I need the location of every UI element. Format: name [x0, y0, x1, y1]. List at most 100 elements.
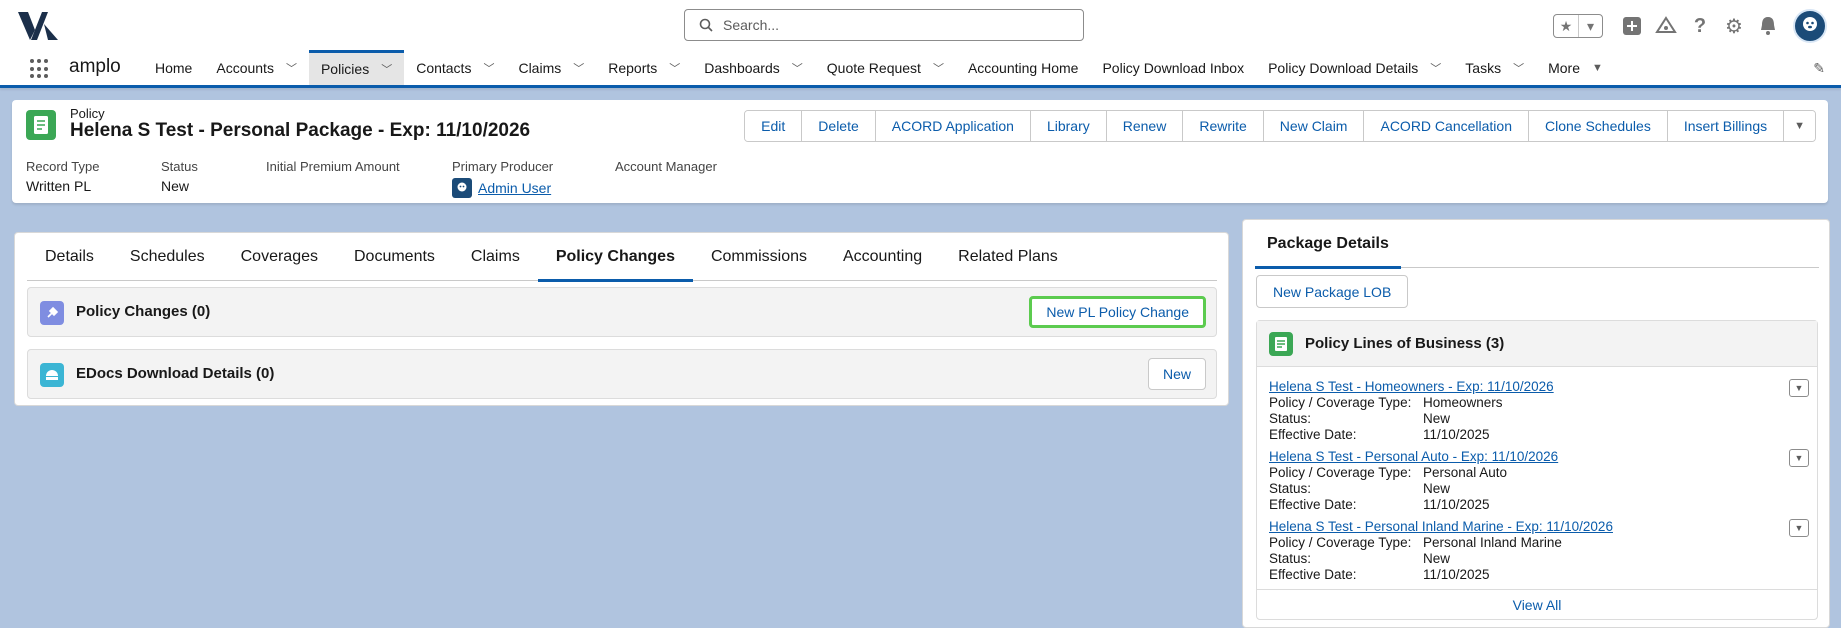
rewrite-button[interactable]: Rewrite: [1183, 111, 1264, 141]
nav-item-home[interactable]: Home: [143, 50, 204, 85]
nav-item-label: Quote Request: [826, 59, 921, 76]
renew-button[interactable]: Renew: [1106, 111, 1184, 141]
chevron-down-icon[interactable]: ﹀: [1430, 60, 1441, 76]
library-button[interactable]: Library: [1030, 111, 1107, 141]
lob-field-value: Personal Auto: [1423, 465, 1508, 480]
highlights-fields: Record Type Written PL Status New Initial Pr…: [26, 159, 755, 198]
favorites-chevron-down-icon[interactable]: ▾: [1578, 15, 1602, 37]
chevron-down-icon[interactable]: ﹀: [792, 60, 803, 76]
insert-billings-button[interactable]: Insert Billings: [1667, 111, 1785, 141]
delete-button[interactable]: Delete: [802, 111, 876, 141]
lob-field-label: Status:: [1269, 551, 1312, 566]
record-tabset: Details Schedules Coverages Documents Claims…: [27, 233, 1217, 282]
chevron-down-icon[interactable]: ﹀: [669, 60, 680, 76]
related-list-edocs-download-details: EDocs Download Details (0) New: [27, 349, 1217, 399]
clone-schedules-button[interactable]: Clone Schedules: [1528, 111, 1668, 141]
tab-documents[interactable]: Documents: [336, 233, 453, 281]
tab-related-plans[interactable]: Related Plans: [940, 233, 1076, 281]
user-avatar[interactable]: [1793, 9, 1827, 43]
lob-item: Helena S Test - Personal Auto - Exp: 11/…: [1269, 449, 1809, 513]
new-package-lob-button[interactable]: New Package LOB: [1256, 275, 1409, 308]
trailhead-icon[interactable]: [1655, 15, 1677, 37]
more-actions-dropdown-button[interactable]: ▼: [1784, 111, 1815, 141]
field-value-text: New: [161, 178, 190, 194]
tab-claims[interactable]: Claims: [453, 233, 538, 281]
nav-item-reports[interactable]: Reports ﹀: [596, 50, 692, 85]
company-logo-icon[interactable]: [18, 12, 58, 40]
nav-item-more[interactable]: More ▼: [1536, 50, 1615, 85]
lob-item: Helena S Test - Homeowners - Exp: 11/10/…: [1269, 379, 1809, 443]
help-icon[interactable]: ?: [1689, 15, 1711, 37]
row-actions-chevron-down-icon[interactable]: ▼: [1789, 519, 1809, 537]
lob-field-value: New: [1423, 551, 1451, 566]
chevron-down-icon[interactable]: ﹀: [573, 60, 584, 76]
lob-field-type: Policy / Coverage Type: Personal Auto: [1269, 465, 1809, 481]
new-pl-policy-change-button[interactable]: New PL Policy Change: [1029, 296, 1206, 328]
new-edocs-button[interactable]: New: [1147, 358, 1206, 390]
tab-details[interactable]: Details: [27, 233, 112, 281]
primary-producer-link[interactable]: Admin User: [478, 180, 551, 196]
tab-package-details[interactable]: Package Details: [1255, 220, 1819, 269]
chevron-down-icon[interactable]: ﹀: [381, 61, 392, 77]
lob-field-type: Policy / Coverage Type: Homeowners: [1269, 395, 1809, 411]
lob-field-effective: Effective Date: 11/10/2025: [1269, 427, 1809, 443]
edocs-download-icon: [40, 363, 64, 387]
setup-gear-icon[interactable]: ⚙: [1723, 15, 1745, 38]
chevron-down-icon[interactable]: ﹀: [933, 60, 944, 76]
acord-application-button[interactable]: ACORD Application: [875, 111, 1031, 141]
global-search-input[interactable]: Search...: [684, 9, 1084, 41]
related-list-title: EDocs Download Details (0): [76, 365, 275, 382]
chevron-down-icon[interactable]: ﹀: [1513, 60, 1524, 76]
nav-item-label: Tasks: [1465, 59, 1502, 76]
nav-item-policies[interactable]: Policies ﹀: [308, 50, 405, 88]
lob-item-link[interactable]: Helena S Test - Homeowners - Exp: 11/10/…: [1269, 379, 1809, 395]
lob-field-value: Homeowners: [1423, 395, 1503, 410]
row-actions-chevron-down-icon[interactable]: ▼: [1789, 449, 1809, 467]
row-actions-chevron-down-icon[interactable]: ▼: [1789, 379, 1809, 397]
lob-item-link[interactable]: Helena S Test - Personal Inland Marine -…: [1269, 519, 1809, 535]
view-all-link[interactable]: View All: [1257, 589, 1817, 619]
related-list-policy-changes: Policy Changes (0) New PL Policy Change: [27, 287, 1217, 337]
new-claim-button[interactable]: New Claim: [1263, 111, 1365, 141]
nav-item-claims[interactable]: Claims ﹀: [506, 50, 596, 85]
record-action-buttons: Edit Delete ACORD Application Library Renew R…: [744, 110, 1816, 142]
lob-item-link[interactable]: Helena S Test - Personal Auto - Exp: 11/…: [1269, 449, 1809, 465]
nav-item-label: Claims: [518, 59, 562, 76]
edit-button[interactable]: Edit: [745, 111, 803, 141]
nav-item-policy-download-details[interactable]: Policy Download Details ﹀: [1256, 50, 1453, 85]
package-details-card: Package Details New Package LOB Policy L…: [1242, 219, 1830, 628]
app-launcher-icon[interactable]: [30, 59, 50, 79]
lob-field-effective: Effective Date: 11/10/2025: [1269, 567, 1809, 583]
nav-item-policy-download-inbox[interactable]: Policy Download Inbox: [1090, 50, 1256, 85]
nav-item-tasks[interactable]: Tasks ﹀: [1453, 50, 1536, 85]
field-label: Record Type: [26, 159, 100, 174]
policy-change-icon: [40, 301, 64, 325]
nav-item-quote-request[interactable]: Quote Request ﹀: [815, 50, 956, 85]
nav-item-label: Dashboards: [704, 59, 780, 76]
chevron-down-icon[interactable]: ﹀: [483, 60, 494, 76]
policy-line-icon: [1269, 332, 1293, 356]
tab-accounting[interactable]: Accounting: [825, 233, 940, 281]
nav-item-label: More: [1548, 59, 1580, 76]
edit-nav-pencil-icon[interactable]: ✎: [1813, 60, 1825, 77]
field-value: New: [161, 178, 246, 194]
nav-item-dashboards[interactable]: Dashboards ﹀: [692, 50, 815, 85]
nav-item-accounts[interactable]: Accounts ﹀: [204, 50, 309, 85]
lob-field-label: Policy / Coverage Type:: [1269, 535, 1412, 550]
tab-schedules[interactable]: Schedules: [112, 233, 223, 281]
tab-coverages[interactable]: Coverages: [223, 233, 336, 281]
chevron-down-icon[interactable]: ▼: [1592, 62, 1603, 74]
tab-commissions[interactable]: Commissions: [693, 233, 825, 281]
star-icon[interactable]: ★: [1554, 15, 1578, 37]
chevron-down-icon[interactable]: ﹀: [286, 60, 297, 76]
notifications-bell-icon[interactable]: [1757, 15, 1779, 37]
field-label: Status: [161, 159, 198, 174]
add-icon[interactable]: [1621, 15, 1643, 37]
app-navigation-bar: amplo Home Accounts ﹀ Policies ﹀ Contacts ﹀ Cla…: [0, 50, 1841, 88]
nav-item-accounting-home[interactable]: Accounting Home: [956, 50, 1091, 85]
tab-policy-changes[interactable]: Policy Changes: [537, 233, 694, 282]
acord-cancellation-button[interactable]: ACORD Cancellation: [1364, 111, 1529, 141]
policy-record-icon: [26, 110, 56, 140]
nav-item-contacts[interactable]: Contacts ﹀: [404, 50, 506, 85]
app-name: amplo: [69, 56, 121, 77]
